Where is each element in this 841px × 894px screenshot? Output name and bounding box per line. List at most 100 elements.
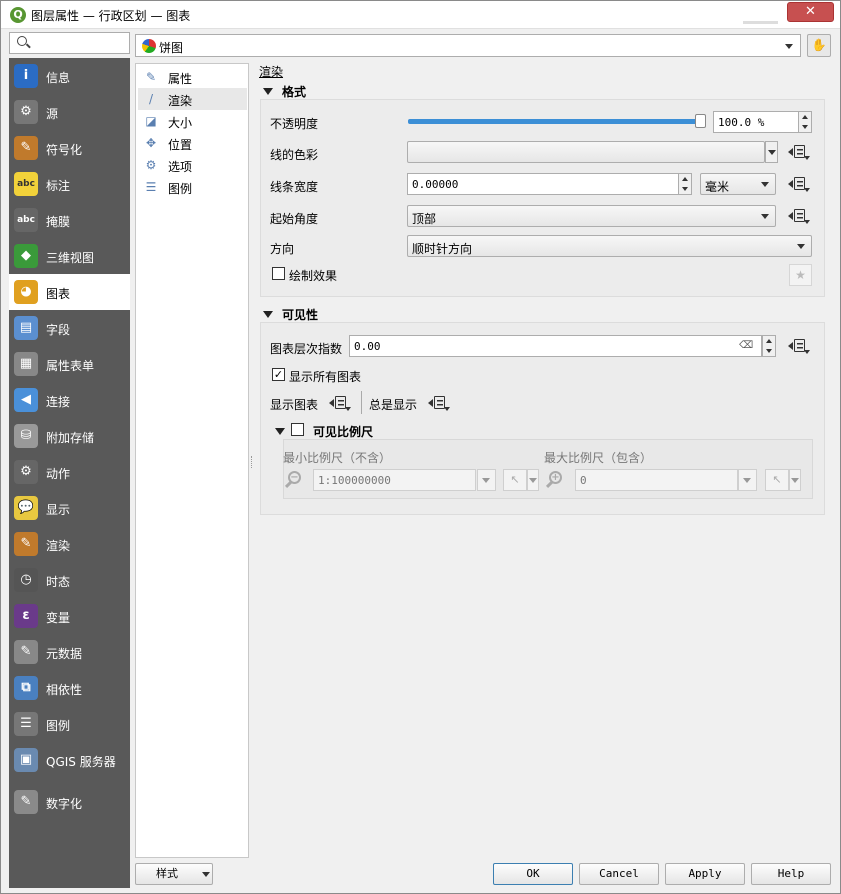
sidebar-item[interactable]: ◕ 图表 [9,274,130,310]
min-scale-dropdown[interactable] [477,469,496,491]
cancel-button[interactable]: Cancel [579,863,659,885]
opacity-stepper[interactable] [798,111,812,133]
search-input[interactable] [9,32,130,54]
sidebar-item-label: 元数据 [46,647,83,661]
line-color-dropdown[interactable] [765,141,778,163]
sidebar-item-label: 属性表单 [46,359,95,373]
sidebar-item-label: 源 [46,107,59,121]
max-scale-dropdown[interactable] [738,469,757,491]
close-button[interactable]: ✕ [787,2,834,22]
sidebar-item-label: 显示 [46,503,71,517]
category-item[interactable]: ⚙ 选项 [138,154,247,176]
labels-icon: abc [14,172,38,196]
chevron-down-icon [797,244,805,249]
collapse-format-icon[interactable] [263,88,273,95]
z-index-input[interactable]: 0.00 ⌫ [349,335,762,357]
sidebar-item[interactable]: ✎ 元数据 [9,634,130,670]
cursor-icon: ↖ [510,473,520,486]
line-width-stepper[interactable] [678,173,692,195]
opacity-spinbox[interactable]: 100.0 % [713,111,799,133]
diagram-settings-button[interactable]: ✋ [807,34,831,57]
data-defined-override-icon[interactable] [426,393,450,413]
slider-handle[interactable] [695,114,706,128]
sidebar-item[interactable]: i 信息 [9,58,130,94]
min-scale-from-canvas-button[interactable]: ↖ [503,469,527,491]
category-item[interactable]: ✎ 属性 [138,66,247,88]
sidebar-item[interactable]: ☰ 图例 [9,706,130,742]
start-angle-label: 起始角度 [270,212,319,226]
sidebar-item[interactable]: ⛁ 附加存储 [9,418,130,454]
sidebar-item-label: QGIS 服务器 [46,755,116,769]
variables-icon: ε [14,604,38,628]
data-defined-override-icon[interactable] [786,174,810,194]
min-scale-combo[interactable]: 1:100000000 [313,469,476,491]
opacity-slider[interactable] [408,114,706,128]
start-angle-combo[interactable]: 顶部 [407,205,776,227]
sidebar-item[interactable]: ▣ QGIS 服务器 [9,742,130,778]
sidebar-item[interactable]: ✎ 渲染 [9,526,130,562]
line-width-unit-combo[interactable]: 毫米 [700,173,776,195]
unit-value: 毫米 [705,180,730,194]
sidebar-item[interactable]: ⧉ 相依性 [9,670,130,706]
max-scale-combo[interactable]: 0 [575,469,738,491]
direction-combo[interactable]: 顺时针方向 [407,235,812,257]
show-all-checkbox[interactable]: ✓ [272,368,285,381]
line-color-button[interactable] [407,141,765,163]
category-item-label: 位置 [168,138,193,152]
chevron-down-icon [482,478,490,483]
sidebar-item[interactable]: 💬 显示 [9,490,130,526]
line-width-input[interactable]: 0.00000 [407,173,679,195]
sidebar-item[interactable]: abc 掩膜 [9,202,130,238]
sidebar-item[interactable]: ε 变量 [9,598,130,634]
draw-effects-checkbox[interactable] [272,267,285,280]
max-scale-menu-button[interactable] [789,469,801,491]
sidebar-item[interactable]: ⚙ 源 [9,94,130,130]
category-item[interactable]: / 渲染 [138,88,247,110]
category-item[interactable]: ☰ 图例 [138,176,247,198]
data-defined-override-icon[interactable] [327,393,351,413]
sidebar-item[interactable]: ▦ 属性表单 [9,346,130,382]
scale-visibility-checkbox[interactable] [291,423,304,436]
ok-button[interactable]: OK [493,863,573,885]
chevron-down-icon [529,478,537,483]
min-scale-menu-button[interactable] [527,469,539,491]
data-defined-override-icon[interactable] [786,142,810,162]
clear-icon[interactable]: ⌫ [739,340,753,351]
data-defined-override-icon[interactable] [786,206,810,226]
splitter-handle[interactable] [251,456,254,468]
max-scale-from-canvas-button[interactable]: ↖ [765,469,789,491]
always-show-label: 总是显示 [369,398,418,412]
sidebar-item[interactable]: ✎ 符号化 [9,130,130,166]
apply-button[interactable]: Apply [665,863,745,885]
legend-icon: ☰ [14,712,38,736]
search-icon [17,36,27,46]
max-scale-label: 最大比例尺（包含） [544,451,653,465]
legend-icon: ☰ [145,180,157,194]
collapse-scale-icon[interactable] [275,428,285,435]
style-button[interactable]: 样式 [135,863,213,885]
category-item[interactable]: ✥ 位置 [138,132,247,154]
sidebar-item[interactable]: ✎ 数字化 [9,784,130,820]
z-index-label: 图表层次指数 [270,342,343,356]
sidebar-item-label: 数字化 [46,797,83,811]
diagram-type-combo[interactable]: 饼图 [135,34,801,57]
help-button[interactable]: Help [751,863,831,885]
attributes-form-icon: ▦ [14,352,38,376]
joins-icon: ◀ [14,388,38,412]
z-index-stepper[interactable] [762,335,776,357]
fields-icon: ▤ [14,316,38,340]
sidebar-item[interactable]: abc 标注 [9,166,130,202]
category-item[interactable]: ◪ 大小 [138,110,247,132]
data-defined-override-icon[interactable] [786,336,810,356]
max-scale-value: 0 [580,474,587,487]
sidebar-item[interactable]: ◆ 三维视图 [9,238,130,274]
sidebar-item[interactable]: ◀ 连接 [9,382,130,418]
rendering-icon: ✎ [14,532,38,556]
draw-effects-settings-button[interactable]: ★ [789,264,812,286]
divider [361,391,362,414]
collapse-visibility-icon[interactable] [263,311,273,318]
sidebar-item[interactable]: ▤ 字段 [9,310,130,346]
diagram-icon: ◕ [14,280,38,304]
sidebar-item[interactable]: ⚙ 动作 [9,454,130,490]
sidebar-item[interactable]: ◷ 时态 [9,562,130,598]
